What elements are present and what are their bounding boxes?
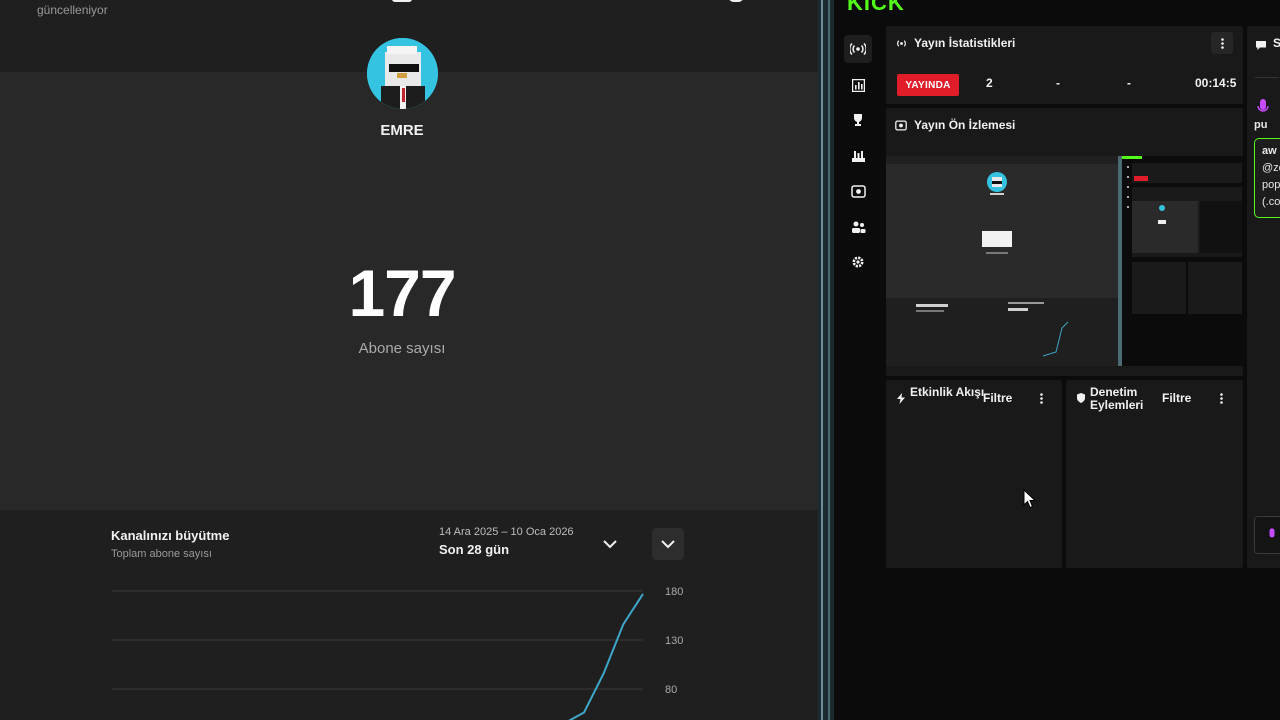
nav-settings-gear-icon[interactable] [844,248,872,276]
chat-input[interactable] [1254,516,1280,554]
growth-subtitle: Toplam abone sayısı [111,548,212,560]
activity-title: Etkinlik Akışı [910,385,985,399]
chevron-down-icon [661,539,675,548]
chat-line-3: pop [1262,179,1280,191]
stream-preview-panel: Yayın Ön İzlemesi [886,108,1243,376]
stats-title: Yayın İstatistikleri [914,36,1016,50]
period-dropdown-chevron-icon[interactable] [599,534,621,554]
avatar [367,38,438,109]
growth-panel: Kanalınızı büyütme Toplam abone sayısı 1… [0,510,818,720]
expand-button[interactable] [652,528,684,560]
stream-stats-panel: Yayın İstatistikleri YAYINDA 2 - - 00:14… [886,26,1243,104]
nav-broadcast-icon[interactable] [844,35,872,63]
moderation-actions-panel: Denetim Eylemleri Filtre [1066,380,1243,568]
chat-title: S [1273,36,1280,50]
activity-more-icon[interactable] [1030,387,1052,409]
highlighted-chat-message[interactable]: aw @ze pop (.co [1254,138,1280,218]
kick-dashboard: KICK Yayın İstatistikleri YAYINDA 2 - - [834,0,1280,720]
menu-icon[interactable] [392,0,412,2]
y-tick-label: 130 [665,635,683,647]
live-badge: YAYINDA [897,74,959,96]
mouse-cursor-icon [1023,489,1037,509]
moderation-more-icon[interactable] [1210,387,1232,409]
kick-logo[interactable]: KICK [847,0,905,16]
status-text: güncelleniyor [37,3,108,17]
microphone-icon [1257,98,1269,121]
window-divider[interactable] [818,0,834,720]
activity-filter-button[interactable]: Filtre [983,391,1012,405]
nav-community-icon[interactable] [844,142,872,170]
feedback-icon[interactable] [728,0,744,2]
microphone-icon [1267,527,1277,548]
moderation-filter-button[interactable]: Filtre [1162,391,1191,405]
preview-icon [894,118,908,132]
nav-preview-icon[interactable] [844,177,872,205]
nav-analytics-icon[interactable] [844,71,872,99]
period-label[interactable]: Son 28 gün [439,542,509,557]
date-range: 14 Ara 2025 – 10 Oca 2026 [439,526,574,538]
activity-feed-panel: Etkinlik Akışı Filtre [886,380,1062,568]
stream-duration: 00:14:5 [1195,76,1237,90]
shield-icon [1074,391,1088,405]
subscriber-count: 177 [348,256,456,330]
chat-line-1: aw [1262,145,1277,157]
chat-line-2: @ze [1262,162,1280,174]
chat-bubble-icon [1255,38,1267,56]
stat-value-2: - [1056,76,1060,90]
stats-more-icon[interactable] [1211,32,1233,54]
y-tick-label: 180 [665,586,683,598]
moderation-title: Denetim Eylemleri [1090,385,1144,412]
viewer-count: 2 [986,76,993,90]
chat-line-4: (.co [1262,196,1280,208]
stat-value-3: - [1127,76,1131,90]
series-line [568,593,644,720]
nav-users-icon[interactable] [844,213,872,241]
growth-title: Kanalınızı büyütme [111,528,230,543]
broadcast-icon [894,36,908,50]
y-tick-label: 80 [665,684,677,696]
chat-panel: S pu aw @ze pop (.co [1247,26,1280,568]
subscriber-label: Abone sayısı [358,340,446,357]
stream-preview-video[interactable] [886,156,1243,366]
youtube-live-counter: güncelleniyor EMRE 177 Abone sayısı Kana… [0,0,818,720]
channel-name: EMRE [380,122,424,139]
chat-user-badge: pu [1254,119,1268,131]
nav-trophy-icon[interactable] [844,106,872,134]
lightning-icon [894,391,908,405]
growth-chart: 180 130 80 [112,586,683,720]
preview-title: Yayın Ön İzlemesi [914,118,1016,132]
